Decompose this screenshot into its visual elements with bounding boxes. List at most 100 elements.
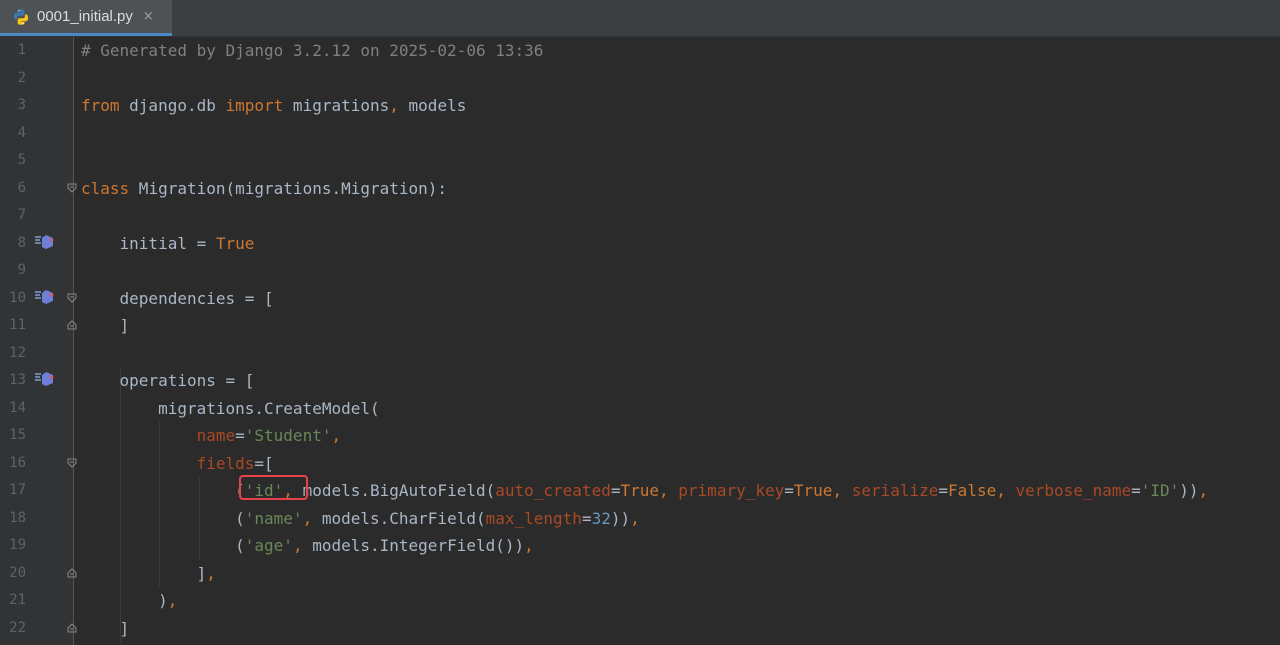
line-number: 14	[9, 399, 26, 416]
code-token: ,	[389, 96, 399, 115]
line-number: 19	[9, 537, 26, 553]
code-text: ],	[81, 560, 216, 588]
line-number: 10	[9, 289, 26, 306]
code-token: ]	[81, 316, 130, 335]
code-token: auto_created	[495, 481, 611, 500]
code-token: models	[398, 96, 467, 115]
code-line[interactable]: 2	[0, 65, 1280, 93]
code-token: ,	[1198, 481, 1209, 500]
code-token: name	[196, 426, 236, 445]
code-line[interactable]: 20 ],	[0, 560, 1280, 588]
code-token: ,	[302, 508, 313, 528]
code-token: )	[81, 591, 168, 610]
code-text: ('name', models.CharField(max_length=32)…	[81, 505, 640, 533]
close-icon[interactable]: ×	[143, 10, 154, 23]
overrides-icon[interactable]	[35, 234, 57, 250]
fold-close-icon[interactable]	[67, 623, 77, 633]
code-line[interactable]: 9	[0, 257, 1280, 285]
code-token: =	[581, 508, 592, 528]
line-number: 15	[9, 427, 26, 443]
code-token: =[	[254, 453, 274, 473]
code-line[interactable]: 5	[0, 147, 1280, 175]
line-number: 8	[17, 234, 26, 251]
code-token: (	[81, 536, 245, 555]
code-line[interactable]: 21 ),	[0, 587, 1280, 615]
line-number: 3	[17, 97, 26, 113]
tab-filename: 0001_initial.py	[37, 8, 133, 25]
overrides-icon[interactable]	[35, 289, 57, 305]
code-token: 'name'	[244, 508, 303, 528]
line-number: 21	[9, 592, 26, 608]
code-line[interactable]: 19 ('age', models.IntegerField()),	[0, 532, 1280, 560]
line-number: 11	[9, 317, 26, 333]
code-text: fields=[	[81, 450, 274, 478]
code-token: =	[235, 426, 245, 445]
line-number: 1	[17, 42, 26, 58]
code-line[interactable]: 10 dependencies = [	[0, 285, 1280, 313]
code-line[interactable]: 14 migrations.CreateModel(	[0, 395, 1280, 423]
line-number: 4	[17, 124, 26, 141]
line-number: 22	[9, 619, 26, 636]
code-text: ),	[81, 587, 177, 615]
code-token: fields	[196, 453, 255, 473]
code-token: from	[81, 96, 120, 115]
line-number: 2	[17, 69, 26, 86]
code-token: ]	[81, 618, 130, 638]
code-text: migrations.CreateModel(	[81, 395, 380, 423]
code-line[interactable]: 7	[0, 202, 1280, 230]
code-text: ]	[81, 615, 130, 643]
line-number: 12	[9, 344, 26, 361]
code-token: ,	[996, 481, 1006, 500]
fold-open-icon[interactable]	[67, 458, 77, 468]
fold-close-icon[interactable]	[67, 320, 77, 330]
code-token: max_length	[485, 508, 582, 528]
code-text: name='Student',	[81, 422, 342, 450]
code-text: ]	[81, 312, 130, 340]
code-line[interactable]: 13 operations = [	[0, 367, 1280, 395]
code-token: import	[225, 96, 284, 115]
code-token: primary_key	[678, 481, 785, 500]
fold-open-icon[interactable]	[67, 183, 77, 193]
code-line[interactable]: 16 fields=[	[0, 450, 1280, 478]
python-file-icon	[13, 8, 29, 25]
code-line[interactable]: 11 ]	[0, 312, 1280, 340]
code-token: =	[784, 481, 794, 500]
code-token: ,	[292, 536, 303, 555]
code-editor[interactable]: 1 # Generated by Django 3.2.12 on 2025-02…	[0, 37, 1280, 645]
code-token: migrations.CreateModel(	[81, 398, 380, 418]
line-number: 16	[9, 454, 26, 471]
code-line[interactable]: 17 ('id', models.BigAutoField(auto_creat…	[0, 477, 1280, 505]
editor-tab-bar: 0001_initial.py ×	[0, 0, 1280, 37]
code-line[interactable]: 3 from django.db import migrations, model…	[0, 92, 1280, 120]
code-line[interactable]: 8 initial = True	[0, 230, 1280, 258]
code-token: serialize	[851, 481, 939, 500]
code-token: # Generated by Django 3.2.12 on 2025-02-…	[81, 41, 544, 60]
fold-close-icon[interactable]	[67, 568, 77, 578]
code-token: 'Student'	[244, 426, 332, 445]
overrides-icon[interactable]	[35, 371, 57, 387]
code-token: 'ID'	[1140, 481, 1180, 500]
code-line[interactable]: 15 name='Student',	[0, 422, 1280, 450]
file-tab[interactable]: 0001_initial.py ×	[0, 0, 172, 36]
code-text: initial = True	[81, 230, 255, 258]
code-line[interactable]: 18 ('name', models.CharField(max_length=…	[0, 505, 1280, 533]
fold-open-icon[interactable]	[67, 293, 77, 303]
code-line[interactable]: 22 ]	[0, 615, 1280, 643]
code-text: from django.db import migrations, models	[81, 92, 466, 120]
code-token: ,	[331, 426, 342, 445]
code-token: ,	[832, 481, 843, 500]
code-line[interactable]: 1 # Generated by Django 3.2.12 on 2025-02…	[0, 37, 1280, 65]
line-number: 7	[17, 207, 26, 223]
code-line[interactable]: 12	[0, 340, 1280, 368]
code-token: ,	[524, 536, 534, 555]
code-token: =	[1131, 481, 1141, 500]
code-token: Migration(migrations.Migration):	[129, 178, 448, 198]
code-text: operations = [	[81, 367, 255, 395]
code-line[interactable]: 6 class Migration(migrations.Migration):	[0, 175, 1280, 203]
code-line[interactable]: 4	[0, 120, 1280, 148]
line-number: 17	[9, 482, 26, 498]
code-token: (	[81, 508, 245, 528]
